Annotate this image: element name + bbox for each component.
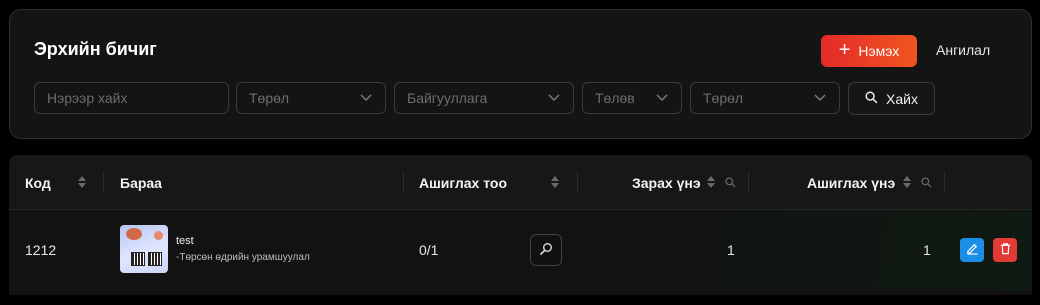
filter-panel: Эрхийн бичиг + Нэмэх Ангилал Төрөл Байгу… [9, 9, 1032, 139]
column-divider [403, 171, 404, 193]
product-description: -Төрсөн өдрийн урамшуулал [176, 252, 310, 263]
type2-select-placeholder: Төрөл [703, 90, 744, 106]
type-select-placeholder: Төрөл [249, 90, 290, 106]
chevron-down-icon [655, 91, 669, 105]
column-header-code[interactable]: Код [25, 175, 51, 191]
sort-icon[interactable] [77, 174, 87, 190]
column-search-icon[interactable] [725, 175, 737, 188]
category-button[interactable]: Ангилал [936, 42, 990, 58]
organization-select-placeholder: Байгууллага [407, 90, 488, 106]
row-code: 1212 [25, 242, 57, 258]
page-title: Эрхийн бичиг [34, 39, 157, 59]
edit-button[interactable] [960, 238, 984, 262]
row-usage: 0/1 [419, 242, 439, 258]
name-search-field[interactable] [34, 82, 229, 114]
column-divider [103, 171, 104, 193]
table-header: Код Бараа Ашиглах тоо Зарах үнэ Ашиглах … [9, 155, 1032, 210]
delete-button[interactable] [993, 238, 1017, 262]
name-search-input[interactable] [47, 90, 216, 106]
row-sell-price: 1 [727, 242, 735, 258]
status-select-placeholder: Төлөв [595, 90, 635, 106]
search-icon [865, 90, 878, 107]
product-table: Код Бараа Ашиглах тоо Зарах үнэ Ашиглах … [9, 155, 1032, 295]
chevron-down-icon [359, 91, 373, 105]
organization-select[interactable]: Байгууллага [394, 82, 574, 114]
chevron-down-icon [547, 91, 561, 105]
add-button-label: Нэмэх [858, 43, 900, 59]
product-thumbnail [120, 225, 168, 273]
status-select[interactable]: Төлөв [582, 82, 682, 114]
type2-select[interactable]: Төрөл [690, 82, 840, 114]
plus-icon: + [838, 39, 851, 61]
chevron-down-icon [813, 91, 827, 105]
sort-icon[interactable] [706, 174, 716, 190]
sort-icon[interactable] [902, 174, 912, 190]
trash-icon [999, 242, 1012, 258]
add-button[interactable]: + Нэмэх [821, 35, 917, 67]
view-icon [539, 242, 553, 259]
column-header-usage[interactable]: Ашиглах тоо [419, 175, 507, 191]
column-header-product[interactable]: Бараа [120, 175, 162, 191]
sort-icon[interactable] [550, 174, 560, 190]
row-use-price: 1 [923, 242, 931, 258]
column-header-use-price[interactable]: Ашиглах үнэ [807, 175, 895, 191]
column-divider [577, 171, 578, 193]
search-button[interactable]: Хайх [848, 82, 935, 115]
column-divider [748, 171, 749, 193]
edit-icon [966, 242, 979, 258]
view-button[interactable] [530, 234, 562, 266]
type-select[interactable]: Төрөл [236, 82, 386, 114]
column-divider [944, 171, 945, 193]
column-header-sell-price[interactable]: Зарах үнэ [632, 175, 701, 191]
column-search-icon[interactable] [921, 175, 933, 188]
search-button-label: Хайх [886, 90, 918, 107]
table-row[interactable]: 1212 test -Төрсөн өдрийн урамшуулал 0/1 … [9, 210, 1032, 290]
product-name: test [176, 235, 194, 247]
